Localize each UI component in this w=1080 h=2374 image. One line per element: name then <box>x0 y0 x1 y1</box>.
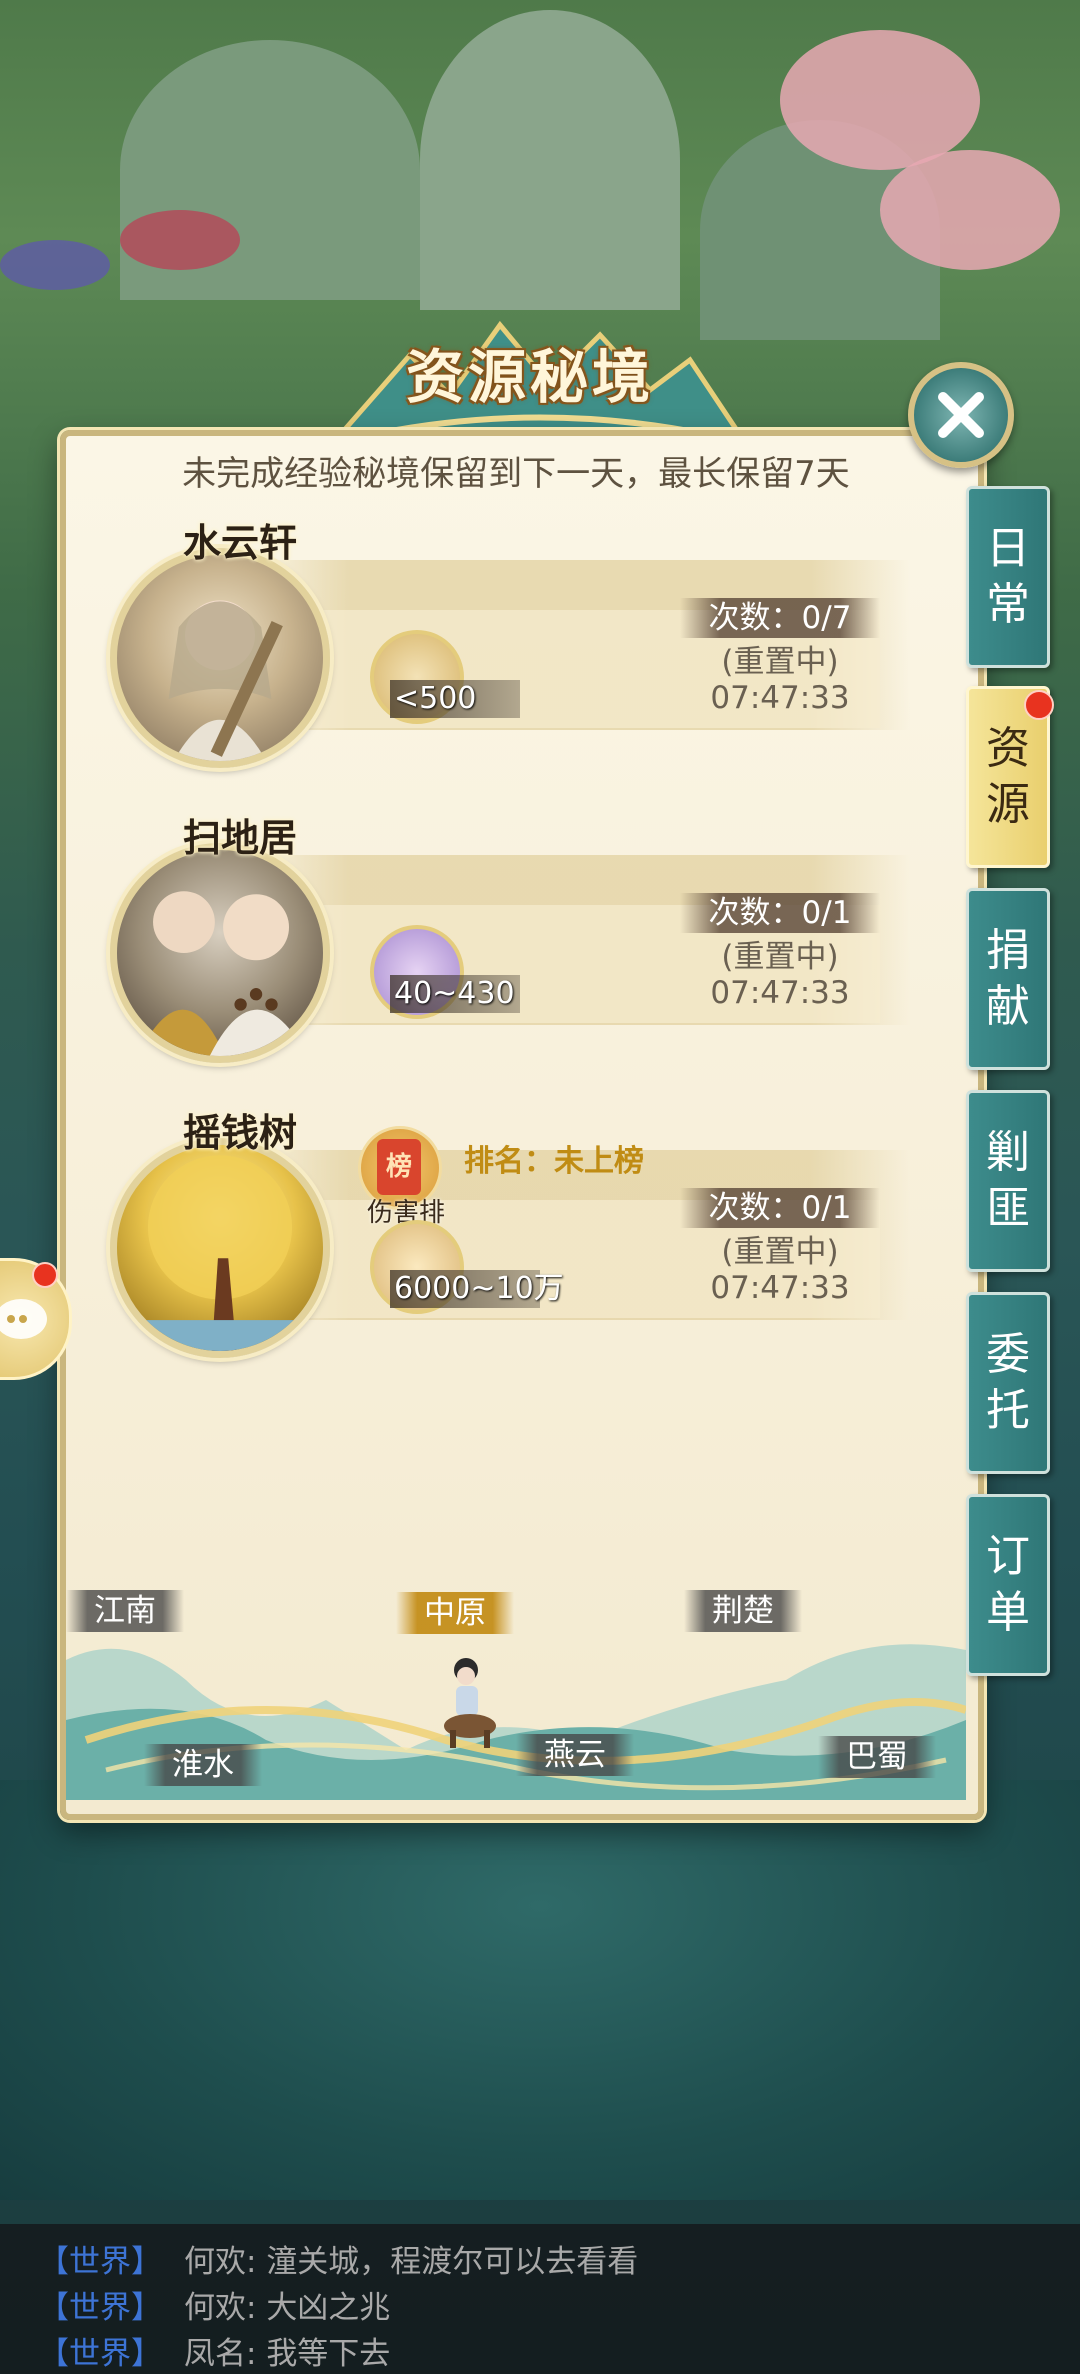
realm-entry-yaoqianshu[interactable]: 摇钱树 榜 伤害排名 排名：未上榜 6000~10万 次数：0/1 (重置中) … <box>100 1110 910 1358</box>
reward-amount: 40~430 <box>394 976 515 1011</box>
attempt-count: 次数：0/1 <box>708 895 852 931</box>
attempt-count: 次数：0/7 <box>708 600 852 636</box>
region-zhongyuan[interactable]: 中原 <box>396 1592 514 1634</box>
tab-daily[interactable]: 日 常 <box>966 486 1050 668</box>
chat-channel: 【世界】 <box>38 2290 162 2326</box>
chat-message: 我等下去 <box>266 2336 391 2372</box>
reset-timer: 07:47:33 <box>710 680 850 716</box>
panel-title: 资源秘境 <box>405 343 654 411</box>
tab-label-char: 献 <box>986 981 1030 1032</box>
reward-amount: <500 <box>394 681 477 716</box>
chat-separator: : <box>246 2336 267 2372</box>
tab-label-char: 订 <box>986 1531 1030 1582</box>
close-icon <box>938 392 984 438</box>
player-rider-marker <box>444 1658 496 1748</box>
portrait-avatar <box>110 548 330 768</box>
tab-donate[interactable]: 捐 献 <box>966 888 1050 1070</box>
tab-label-char: 剿 <box>986 1127 1030 1178</box>
region-jiangnan[interactable]: 江南 <box>66 1590 184 1632</box>
chat-channel: 【世界】 <box>38 2244 162 2280</box>
chat-sender: 何欢 <box>184 2290 246 2326</box>
tab-orders[interactable]: 订 单 <box>966 1494 1050 1676</box>
region-huaishui[interactable]: 淮水 <box>144 1744 262 1786</box>
tab-label-char: 托 <box>986 1385 1030 1436</box>
chat-line: 【世界】 何欢: 潼关城，程渡尔可以去看看 <box>38 2236 638 2281</box>
cherry-blossom-tree <box>780 30 980 170</box>
portrait-avatar <box>110 843 330 1063</box>
chat-sender: 何欢 <box>184 2244 246 2280</box>
portrait-avatar <box>110 1138 330 1358</box>
tab-label-char: 源 <box>986 779 1030 830</box>
realm-entry-shuiyunxuan[interactable]: 水云轩 <500 次数：0/7 (重置中) 07:47:33 <box>100 520 910 768</box>
chat-separator: : <box>246 2244 267 2280</box>
region-jingchu[interactable]: 荆楚 <box>684 1590 802 1632</box>
cherry-blossom-tree <box>880 150 1060 270</box>
tab-label-char: 捐 <box>986 925 1030 976</box>
attempt-count: 次数：0/1 <box>708 1190 852 1226</box>
mountain-shape <box>420 10 680 310</box>
chat-separator: : <box>246 2290 267 2326</box>
money-tree-illustration <box>117 1155 323 1351</box>
realm-entry-saodiju[interactable]: 扫地居 40~430 次数：0/1 (重置中) 07:47:33 <box>100 815 910 1063</box>
region-map: 江南 中原 荆楚 淮水 燕云 巴蜀 <box>66 1590 966 1800</box>
tab-commission[interactable]: 委 托 <box>966 1292 1050 1474</box>
notification-badge <box>32 1262 58 1288</box>
character-illustration <box>137 891 308 1056</box>
chat-message: 大凶之兆 <box>266 2290 391 2326</box>
notification-badge <box>1024 690 1054 720</box>
reset-label: (重置中) <box>721 644 839 680</box>
reset-status: (重置中) 07:47:33 <box>660 1234 900 1306</box>
reset-label: (重置中) <box>721 939 839 975</box>
notice-text: 未完成经验秘境保留到下一天，最长保留7天 <box>182 454 850 494</box>
chat-message: 潼关城，程渡尔可以去看看 <box>266 2244 639 2280</box>
chat-channel: 【世界】 <box>38 2336 162 2372</box>
chat-line: 【世界】 何欢: 大凶之兆 <box>38 2282 390 2327</box>
reset-status: (重置中) 07:47:33 <box>660 939 900 1011</box>
reset-timer: 07:47:33 <box>710 975 850 1011</box>
world-chat-log[interactable]: 【世界】 何欢: 潼关城，程渡尔可以去看看 【世界】 何欢: 大凶之兆 【世界】 凤名… <box>0 2224 1080 2374</box>
rank-badge-icon: 榜 <box>377 1139 421 1195</box>
reset-status: (重置中) 07:47:33 <box>660 644 900 716</box>
reward-amount: 6000~10万 <box>394 1271 564 1306</box>
chat-sender: 凤名 <box>184 2336 246 2372</box>
rank-status: 排名：未上榜 <box>464 1144 644 1179</box>
region-bashu[interactable]: 巴蜀 <box>818 1736 936 1778</box>
region-yanyun[interactable]: 燕云 <box>516 1734 634 1776</box>
entry-name: 水云轩 <box>182 520 297 565</box>
tab-label-char: 委 <box>986 1329 1030 1380</box>
river-water <box>0 1780 1080 2200</box>
tab-label-char: 资 <box>986 723 1030 774</box>
entry-name: 扫地居 <box>182 815 297 860</box>
entry-name: 摇钱树 <box>182 1110 297 1155</box>
tab-label-char: 匪 <box>986 1183 1030 1234</box>
character-illustration <box>168 600 283 761</box>
tab-label-char: 日 <box>986 523 1030 574</box>
tab-bandits[interactable]: 剿 匪 <box>966 1090 1050 1272</box>
tab-label-char: 常 <box>986 579 1030 630</box>
reset-label: (重置中) <box>721 1234 839 1270</box>
flower-bed <box>0 240 110 290</box>
flower-bed <box>120 210 240 270</box>
reset-timer: 07:47:33 <box>710 1270 850 1306</box>
chat-line: 【世界】 凤名: 我等下去 <box>38 2328 390 2373</box>
tab-label-char: 单 <box>986 1587 1030 1638</box>
